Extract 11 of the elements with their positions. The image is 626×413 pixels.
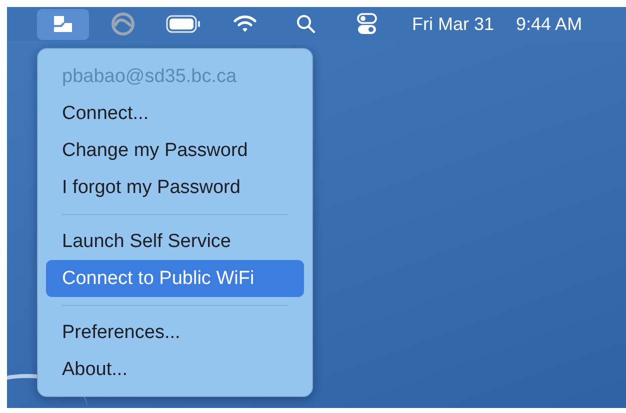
menu-item[interactable]: Change my Password — [46, 132, 304, 169]
menu-bar-time[interactable]: 9:44 AM — [516, 14, 582, 34]
menu-item[interactable]: Connect... — [46, 95, 304, 132]
menu-item[interactable]: Launch Self Service — [46, 223, 304, 260]
menu-item[interactable]: Preferences... — [46, 314, 304, 351]
menu-bar-date[interactable]: Fri Mar 31 — [412, 14, 494, 34]
account-email: pbabao@sd35.bc.ca — [61, 65, 238, 89]
menu-item[interactable]: I forgot my Password — [46, 169, 304, 206]
menu-item[interactable]: Connect to Public WiFi — [46, 260, 304, 297]
app-status-icon[interactable] — [37, 8, 89, 40]
menu-item[interactable]: About... — [46, 351, 304, 388]
